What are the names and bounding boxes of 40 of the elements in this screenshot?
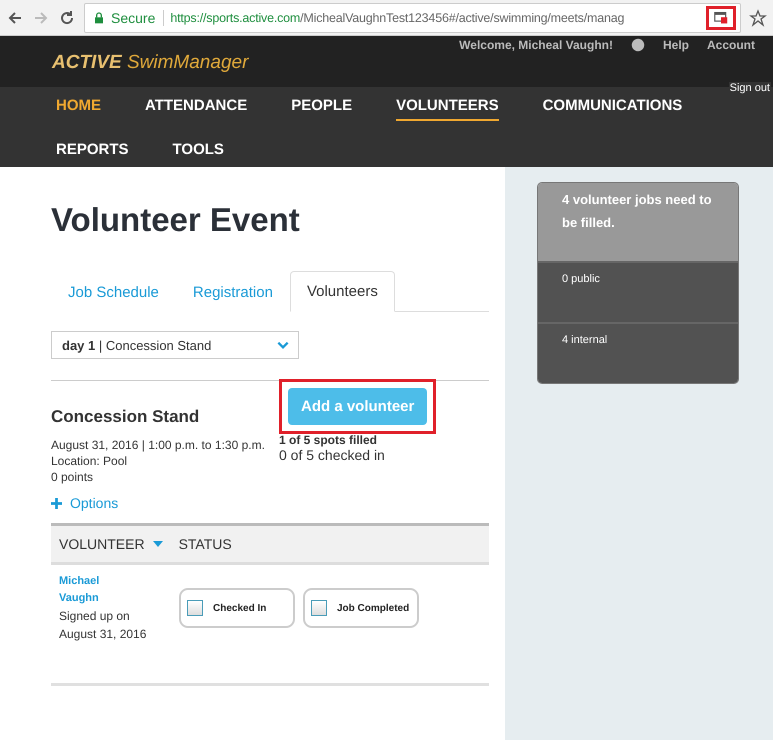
blocked-popup-icon[interactable]	[713, 10, 729, 24]
nav-link[interactable]: PEOPLE	[291, 95, 352, 121]
app-logo[interactable]: ACTIVE SwimManager	[52, 52, 248, 74]
nav-link[interactable]: HOME	[56, 95, 101, 121]
welcome-text: Welcome, Micheal Vaughn!	[459, 38, 613, 52]
job-title: Concession Stand	[51, 407, 200, 427]
summary-item: 0 public	[538, 261, 738, 322]
nav-link[interactable]: ATTENDANCE	[145, 95, 248, 121]
page-title: Volunteer Event	[51, 201, 301, 239]
summary-headline: 4 volunteer jobs need to be filled.	[538, 183, 738, 261]
column-header[interactable]: VOLUNTEER	[59, 536, 145, 552]
status-toggle[interactable]: Job Completed	[303, 588, 419, 628]
plus-icon	[51, 498, 62, 508]
checkbox[interactable]	[187, 600, 203, 616]
secure-label: Secure	[111, 10, 164, 26]
reload-icon[interactable]	[58, 8, 76, 26]
column-header: STATUS	[178, 536, 232, 552]
job-date: August 31, 2016 | 1:00 p.m. to 1:30 p.m.	[51, 437, 266, 453]
tab[interactable]: Volunteers	[290, 271, 395, 312]
nav-link[interactable]: COMMUNICATIONS	[542, 95, 682, 121]
header-link[interactable]: Help	[662, 38, 689, 52]
header-link[interactable]: Account	[707, 38, 755, 52]
sort-icon[interactable]	[152, 541, 163, 547]
signup-date: Signed up on August 31, 2016	[59, 608, 148, 643]
summary-item: 4 internal	[538, 322, 738, 383]
star-icon[interactable]	[749, 8, 767, 26]
address-bar[interactable]: Secure https://sports.active.com/MichealVaughnTest123456#/active/swimming/meets/manag	[84, 2, 741, 32]
job-select[interactable]: day 1 | Concession Stand	[51, 331, 299, 359]
url-text: https://sports.active.com/MichealVaughnTest123456#/active/swimming/meets/manag	[170, 10, 626, 24]
job-points: 0 points	[51, 469, 94, 485]
nav-link[interactable]: REPORTS	[56, 139, 129, 165]
checkbox[interactable]	[311, 600, 327, 616]
sign-out-link[interactable]: Sign out	[728, 82, 771, 94]
checked-in-count: 0 of 5 checked in	[279, 447, 386, 463]
job-location: Location: Pool	[51, 453, 128, 469]
status-toggle[interactable]: Checked In	[179, 588, 295, 628]
nav-link[interactable]: VOLUNTEERS	[396, 95, 499, 121]
lock-icon	[93, 10, 105, 24]
nav-link[interactable]: TOOLS	[172, 139, 224, 165]
spots-filled: 1 of 5 spots filled	[279, 433, 378, 447]
